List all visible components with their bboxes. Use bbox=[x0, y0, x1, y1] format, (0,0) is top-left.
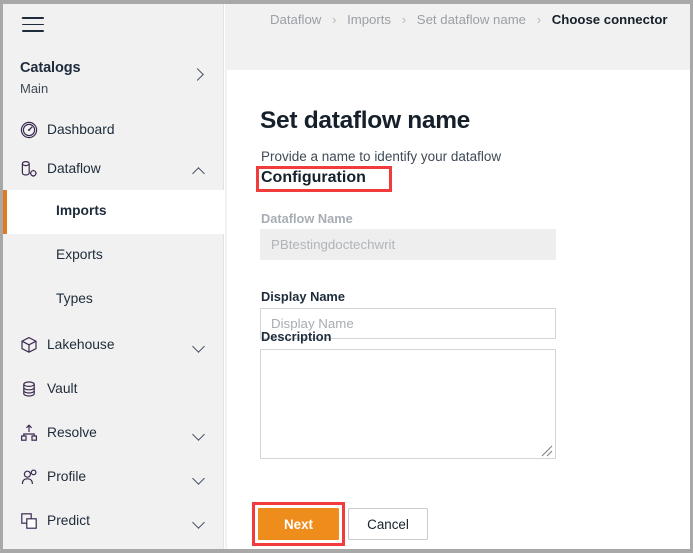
sidebar-item-predict[interactable]: Predict bbox=[3, 500, 224, 544]
dataflow-name-input bbox=[260, 229, 556, 260]
sidebar-item-label: Lakehouse bbox=[47, 337, 115, 352]
sidebar-item-resolve[interactable]: Resolve bbox=[3, 412, 224, 456]
sidebar-item-dataflow[interactable]: Dataflow bbox=[3, 148, 224, 192]
sidebar-item-label: Exports bbox=[56, 247, 103, 262]
sidebar-item-types[interactable]: Types bbox=[3, 278, 224, 322]
catalogs-selector[interactable]: Catalogs Main bbox=[3, 57, 224, 105]
page-title: Set dataflow name bbox=[260, 107, 470, 135]
catalogs-title: Catalogs bbox=[20, 60, 80, 76]
sidebar-item-label: Imports bbox=[56, 203, 107, 218]
hamburger-icon[interactable] bbox=[22, 17, 44, 33]
chevron-down-icon bbox=[192, 516, 205, 529]
sidebar-item-label: Resolve bbox=[47, 425, 97, 440]
chevron-down-icon bbox=[192, 340, 205, 353]
chevron-right-icon bbox=[191, 68, 204, 81]
cancel-button[interactable]: Cancel bbox=[348, 508, 428, 540]
sidebar-item-dashboard[interactable]: Dashboard bbox=[3, 109, 224, 153]
breadcrumb-item-choose-connector: Choose connector bbox=[552, 12, 668, 27]
sidebar-item-vault[interactable]: Vault bbox=[3, 368, 224, 412]
person-icon bbox=[19, 467, 39, 487]
breadcrumb-separator-icon: › bbox=[402, 12, 406, 27]
app-window: Catalogs Main Dashboard bbox=[3, 4, 690, 549]
sidebar-item-label: Profile bbox=[47, 469, 86, 484]
breadcrumb-item-set-dataflow-name[interactable]: Set dataflow name bbox=[417, 12, 526, 27]
sidebar: Catalogs Main Dashboard bbox=[3, 4, 224, 549]
chevron-down-icon bbox=[192, 428, 205, 441]
catalogs-subtitle: Main bbox=[20, 81, 48, 96]
sidebar-item-exports[interactable]: Exports bbox=[3, 234, 224, 278]
sidebar-item-label: Predict bbox=[47, 513, 90, 528]
page-subtitle: Provide a name to identify your dataflow bbox=[261, 149, 501, 164]
section-label-configuration: Configuration bbox=[261, 169, 366, 187]
description-textarea[interactable] bbox=[260, 349, 556, 459]
breadcrumb-separator-icon: › bbox=[332, 12, 336, 27]
breadcrumb-separator-icon: › bbox=[537, 12, 541, 27]
sidebar-item-label: Vault bbox=[47, 381, 77, 396]
chevron-up-icon bbox=[192, 167, 205, 180]
sidebar-item-label: Types bbox=[56, 291, 93, 306]
cube-icon bbox=[19, 335, 39, 355]
display-name-label: Display Name bbox=[261, 289, 345, 304]
breadcrumb: Dataflow › Imports › Set dataflow name ›… bbox=[225, 4, 690, 36]
dataflow-icon bbox=[19, 159, 39, 179]
breadcrumb-item-imports[interactable]: Imports bbox=[347, 12, 391, 27]
breadcrumb-item-dataflow[interactable]: Dataflow bbox=[270, 12, 321, 27]
sidebar-item-label: Dataflow bbox=[47, 161, 101, 176]
sidebar-item-profile[interactable]: Profile bbox=[3, 456, 224, 500]
hierarchy-icon bbox=[19, 423, 39, 443]
sidebar-item-lakehouse[interactable]: Lakehouse bbox=[3, 324, 224, 368]
database-icon bbox=[19, 379, 39, 399]
next-button[interactable]: Next bbox=[258, 508, 339, 540]
hamburger-line bbox=[22, 30, 44, 32]
sidebar-item-label: Dashboard bbox=[47, 122, 115, 137]
layers-icon bbox=[19, 511, 39, 531]
chevron-down-icon bbox=[192, 472, 205, 485]
sidebar-item-imports[interactable]: Imports bbox=[3, 190, 224, 234]
main-area: Dataflow › Imports › Set dataflow name ›… bbox=[225, 4, 690, 549]
hamburger-line bbox=[22, 17, 44, 19]
content-panel: Set dataflow name Provide a name to iden… bbox=[227, 70, 690, 549]
gauge-icon bbox=[19, 120, 39, 140]
hamburger-line bbox=[22, 24, 44, 26]
description-label: Description bbox=[261, 329, 331, 344]
dataflow-name-label: Dataflow Name bbox=[261, 211, 353, 226]
active-indicator bbox=[3, 190, 7, 234]
